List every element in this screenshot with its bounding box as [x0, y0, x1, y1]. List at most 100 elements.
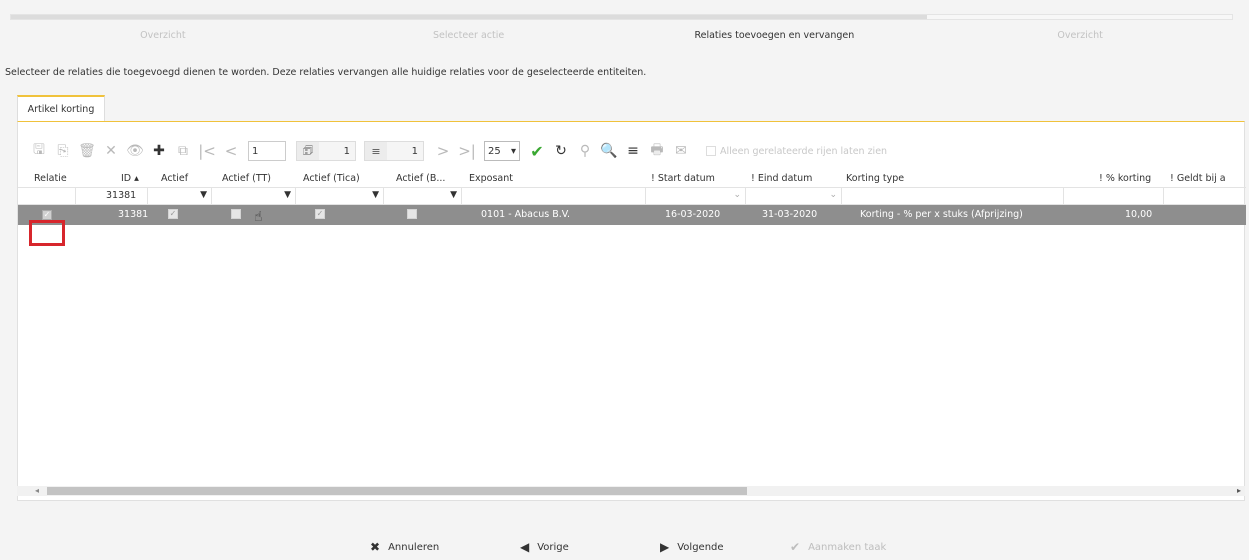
row-actief-tica-checkbox[interactable]: ✓	[315, 209, 325, 219]
search-icon[interactable]: ⚲	[574, 140, 596, 162]
print-icon[interactable]: 🖶	[646, 140, 668, 162]
wizard-steps: Overzicht Selecteer actie Relaties toevo…	[10, 30, 1233, 41]
col-actief-b[interactable]: Actief (B...	[396, 173, 445, 184]
mail-icon[interactable]: ✉	[670, 140, 692, 162]
view-icon[interactable]: 👁	[124, 140, 146, 162]
related-rows-checkbox[interactable]	[706, 146, 716, 156]
filter-eind-datum[interactable]: ⌄	[746, 188, 842, 204]
scroll-thumb[interactable]	[47, 487, 747, 495]
main-panel: 🖫 ⎘ 🗑 ✕ 👁 ✚ ⧉ |< < 1 🗊 1 ≡ 1 > >| 25 ▾ ✔…	[17, 121, 1246, 501]
close-icon: ✖	[370, 540, 381, 554]
chevron-down-icon: ▼	[372, 190, 379, 200]
filter-exposant[interactable]	[462, 188, 646, 204]
filter-id-value: 31381	[106, 190, 137, 201]
record-count: 1	[387, 142, 423, 160]
page-count: 1	[319, 142, 355, 160]
check-icon: ✔	[790, 540, 801, 554]
table-row[interactable]: ✓ 31381 ✓ ✓ 0101 - Abacus B.V. 16-03-202…	[18, 205, 1246, 225]
record-count-box: ≡ 1	[364, 141, 424, 161]
confirm-icon[interactable]: ✔	[526, 140, 548, 162]
chevron-down-icon: ▼	[284, 190, 291, 200]
cancel-button[interactable]: ✖ Annuleren	[370, 540, 439, 554]
wizard-progress-fill	[11, 15, 927, 19]
wizard-step-overview-final: Overzicht	[1057, 30, 1103, 41]
row-id: 31381	[118, 209, 149, 220]
delete-icon[interactable]: 🗑	[76, 140, 98, 162]
col-geldt-bij[interactable]: ! Geldt bij a	[1170, 173, 1226, 184]
first-page-icon[interactable]: |<	[196, 140, 218, 162]
row-exposant: 0101 - Abacus B.V.	[481, 209, 571, 220]
row-actief-checkbox[interactable]: ✓	[168, 209, 178, 219]
col-actief[interactable]: Actief	[161, 173, 188, 184]
wizard-step-select-action: Selecteer actie	[433, 30, 505, 41]
save-all-icon[interactable]: ⎘	[52, 140, 74, 162]
columns-icon[interactable]: ≡	[622, 140, 644, 162]
wizard-footer: ✖ Annuleren ◀ Vorige ▶ Volgende ✔ Aanmak…	[0, 540, 1249, 558]
col-korting-type[interactable]: Korting type	[846, 173, 904, 184]
horizontal-scrollbar[interactable]: ◂ ▸	[17, 486, 1245, 496]
chevron-down-icon: ▼	[200, 190, 207, 200]
grid-header: Relatie ID ▴ Actief Actief (TT) Actief (…	[18, 172, 1246, 187]
related-rows-label: Alleen gerelateerde rijen laten zien	[720, 145, 888, 157]
pages-icon: 🗊	[302, 143, 314, 157]
arrow-left-icon: ◀	[520, 540, 530, 554]
scroll-right-icon[interactable]: ▸	[1237, 486, 1241, 495]
filter-relatie[interactable]	[18, 188, 76, 204]
filter-korting-pct[interactable]	[1064, 188, 1164, 204]
wizard-step-overview: Overzicht	[140, 30, 186, 41]
row-start-datum: 16-03-2020	[665, 209, 721, 220]
filter-actief-tt[interactable]: ▼	[212, 188, 296, 204]
col-relatie[interactable]: Relatie	[34, 173, 67, 184]
scroll-left-icon[interactable]: ◂	[35, 486, 39, 495]
wizard-progress-bar	[10, 14, 1233, 20]
page-input[interactable]: 1	[248, 141, 286, 161]
filter-row: 31381 ▼ ▼ ▼ ▼ ⌄ ⌄	[18, 187, 1246, 205]
add-icon[interactable]: ✚	[148, 140, 170, 162]
col-eind-datum[interactable]: ! Eind datum	[751, 173, 812, 184]
page-size-select[interactable]: 25 ▾	[484, 141, 520, 161]
page-size-value: 25	[488, 145, 501, 157]
create-task-button[interactable]: ✔ Aanmaken taak	[790, 540, 886, 554]
grid-toolbar: 🖫 ⎘ 🗑 ✕ 👁 ✚ ⧉ |< < 1 🗊 1 ≡ 1 > >| 25 ▾ ✔…	[28, 139, 887, 163]
next-page-icon[interactable]: >	[432, 140, 454, 162]
save-icon[interactable]: 🖫	[28, 140, 50, 162]
row-eind-datum: 31-03-2020	[762, 209, 818, 220]
row-korting-pct: 10,00	[1125, 209, 1153, 220]
chevron-down-icon: ▼	[450, 190, 457, 200]
filter-korting-type[interactable]	[842, 188, 1064, 204]
next-button[interactable]: ▶ Volgende	[660, 540, 724, 554]
col-actief-tica[interactable]: Actief (Tica)	[303, 173, 360, 184]
col-exposant[interactable]: Exposant	[469, 173, 513, 184]
create-task-label: Aanmaken taak	[808, 541, 887, 553]
arrow-right-icon: ▶	[660, 540, 670, 554]
col-start-datum[interactable]: ! Start datum	[651, 173, 715, 184]
filter-id[interactable]: 31381	[76, 188, 148, 204]
page-count-box: 🗊 1	[296, 141, 356, 161]
chevron-down-icon: ⌄	[733, 190, 741, 200]
close-icon[interactable]: ✕	[100, 140, 122, 162]
filter-start-datum[interactable]: ⌄	[646, 188, 746, 204]
advanced-search-icon[interactable]: 🔍	[598, 140, 620, 162]
row-relatie-checkbox[interactable]: ✓	[42, 210, 52, 220]
filter-actief[interactable]: ▼	[148, 188, 212, 204]
previous-button[interactable]: ◀ Vorige	[520, 540, 569, 554]
last-page-icon[interactable]: >|	[456, 140, 478, 162]
row-actief-b-checkbox[interactable]	[407, 209, 417, 219]
row-actief-tt-checkbox[interactable]	[231, 209, 241, 219]
col-actief-tt[interactable]: Actief (TT)	[222, 173, 271, 184]
refresh-icon[interactable]: ↻	[550, 140, 572, 162]
tab-artikel-korting[interactable]: Artikel korting	[17, 95, 105, 122]
data-grid: Relatie ID ▴ Actief Actief (TT) Actief (…	[18, 172, 1246, 246]
next-label: Volgende	[677, 541, 724, 553]
row-korting-type: Korting - % per x stuks (Afprijzing)	[860, 209, 1023, 220]
wizard-step-relations: Relaties toevoegen en vervangen	[694, 30, 855, 41]
filter-actief-tica[interactable]: ▼	[296, 188, 384, 204]
chevron-down-icon: ▾	[510, 145, 516, 157]
filter-actief-b[interactable]: ▼	[384, 188, 462, 204]
previous-page-icon[interactable]: <	[220, 140, 242, 162]
chevron-down-icon: ⌄	[829, 190, 837, 200]
col-korting-pct[interactable]: ! % korting	[1099, 173, 1151, 184]
copy-icon[interactable]: ⧉	[172, 140, 194, 162]
list-icon: ≡	[371, 144, 381, 158]
col-id[interactable]: ID ▴	[121, 173, 139, 184]
